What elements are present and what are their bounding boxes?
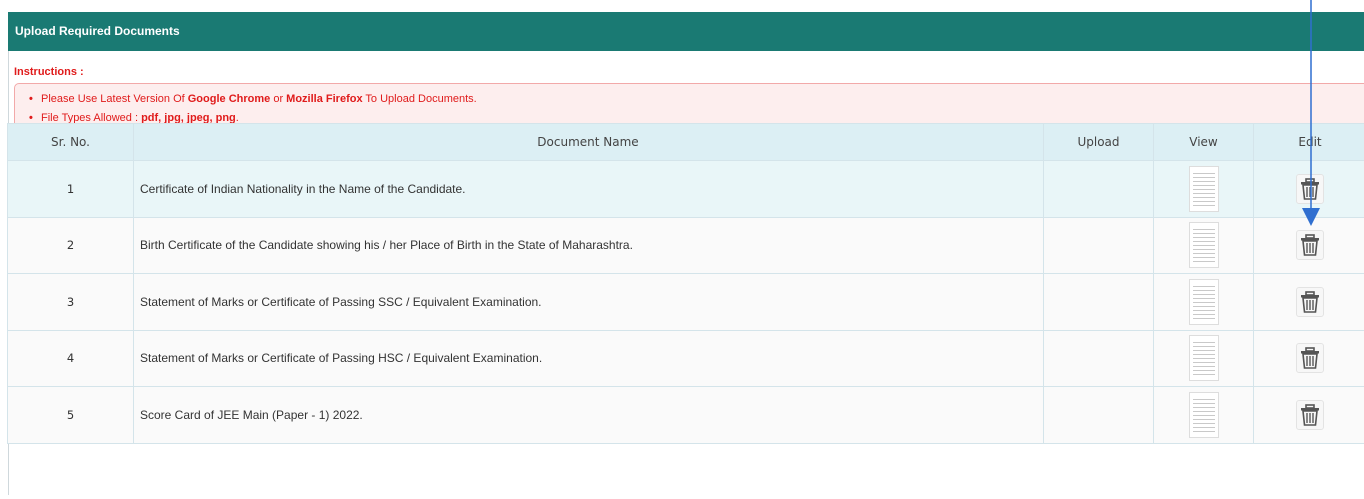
header-edit: Edit bbox=[1253, 123, 1364, 161]
instruction-browser: Please Use Latest Version Of Google Chro… bbox=[29, 90, 1364, 109]
row-document-name: Score Card of JEE Main (Paper - 1) 2022. bbox=[133, 386, 1044, 444]
table-header-row: Sr. No. Document Name Upload View Edit bbox=[7, 123, 1364, 161]
row-sr-no: 2 bbox=[7, 216, 134, 274]
header-upload: Upload bbox=[1043, 123, 1154, 161]
row-edit-cell bbox=[1253, 329, 1364, 387]
row-edit-cell bbox=[1253, 273, 1364, 331]
table-row: 3 Statement of Marks or Certificate of P… bbox=[7, 273, 1364, 331]
row-sr-no: 1 bbox=[7, 160, 134, 218]
delete-button[interactable] bbox=[1296, 286, 1324, 317]
row-document-name: Statement of Marks or Certificate of Pas… bbox=[133, 273, 1044, 331]
delete-button[interactable] bbox=[1296, 230, 1324, 261]
row-view-cell bbox=[1153, 160, 1254, 218]
row-view-cell bbox=[1153, 329, 1254, 387]
table-row: 1 Certificate of Indian Nationality in t… bbox=[7, 160, 1364, 218]
trash-icon bbox=[1301, 347, 1319, 370]
trash-icon bbox=[1301, 177, 1319, 200]
document-thumbnail-icon[interactable] bbox=[1188, 165, 1219, 212]
row-document-name: Certificate of Indian Nationality in the… bbox=[133, 160, 1044, 218]
document-thumbnail-icon[interactable] bbox=[1188, 391, 1219, 438]
row-upload-cell bbox=[1043, 273, 1154, 331]
row-view-cell bbox=[1153, 386, 1254, 444]
delete-button[interactable] bbox=[1296, 343, 1324, 374]
trash-icon bbox=[1301, 290, 1319, 313]
row-edit-cell bbox=[1253, 216, 1364, 274]
documents-table: Sr. No. Document Name Upload View Edit 1… bbox=[7, 123, 1364, 444]
row-view-cell bbox=[1153, 216, 1254, 274]
row-upload-cell bbox=[1043, 216, 1154, 274]
row-upload-cell bbox=[1043, 329, 1154, 387]
row-document-name: Birth Certificate of the Candidate showi… bbox=[133, 216, 1044, 274]
row-view-cell bbox=[1153, 273, 1254, 331]
row-sr-no: 5 bbox=[7, 386, 134, 444]
table-row: 4 Statement of Marks or Certificate of P… bbox=[7, 329, 1364, 387]
panel-title: Upload Required Documents bbox=[8, 12, 1364, 51]
delete-button[interactable] bbox=[1296, 173, 1324, 204]
trash-icon bbox=[1301, 234, 1319, 257]
row-sr-no: 4 bbox=[7, 329, 134, 387]
header-sr-no: Sr. No. bbox=[7, 123, 134, 161]
document-thumbnail-icon[interactable] bbox=[1188, 222, 1219, 269]
document-thumbnail-icon[interactable] bbox=[1188, 278, 1219, 325]
trash-icon bbox=[1301, 403, 1319, 426]
delete-button[interactable] bbox=[1296, 399, 1324, 430]
document-thumbnail-icon[interactable] bbox=[1188, 335, 1219, 382]
header-view: View bbox=[1153, 123, 1254, 161]
row-edit-cell bbox=[1253, 160, 1364, 218]
row-upload-cell bbox=[1043, 386, 1154, 444]
row-document-name: Statement of Marks or Certificate of Pas… bbox=[133, 329, 1044, 387]
row-upload-cell bbox=[1043, 160, 1154, 218]
table-row: 2 Birth Certificate of the Candidate sho… bbox=[7, 216, 1364, 274]
table-row: 5 Score Card of JEE Main (Paper - 1) 202… bbox=[7, 386, 1364, 444]
header-document-name: Document Name bbox=[133, 123, 1044, 161]
instructions-title: Instructions : bbox=[14, 66, 84, 78]
row-edit-cell bbox=[1253, 386, 1364, 444]
row-sr-no: 3 bbox=[7, 273, 134, 331]
